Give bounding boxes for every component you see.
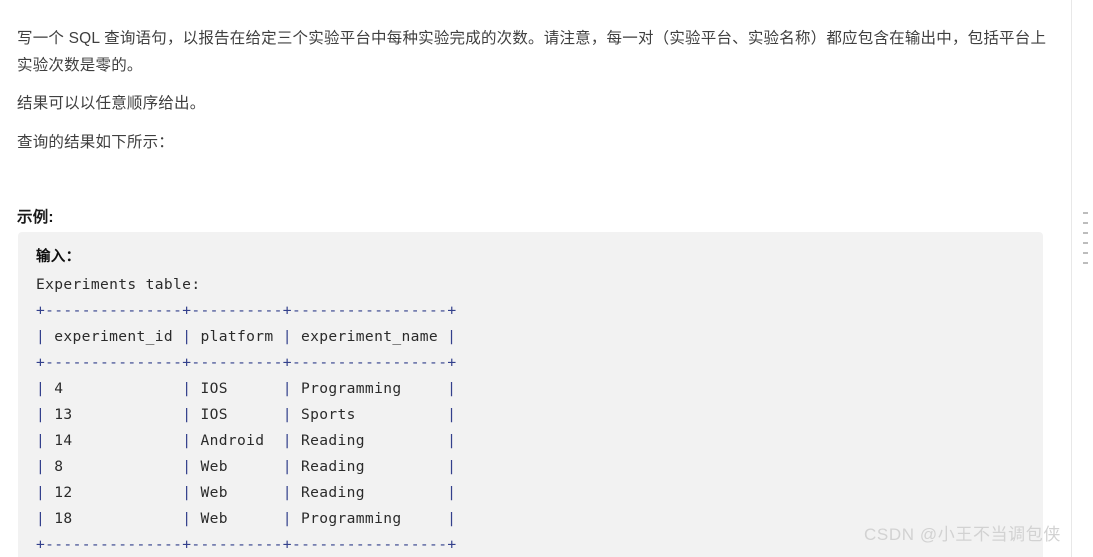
- example-heading: 示例:: [17, 208, 54, 226]
- paragraph-any-order-note: 结果可以以任意顺序给出。: [17, 94, 206, 112]
- minimap-mark: [1083, 222, 1088, 224]
- minimap-mark: [1083, 212, 1088, 214]
- paragraph-problem-statement: 写一个 SQL 查询语句，以报告在给定三个实验平台中每种实验完成的次数。请注意，…: [17, 29, 1047, 74]
- code-block[interactable]: 输入： Experiments table: +---------------+…: [18, 232, 1043, 557]
- minimap-marker-list[interactable]: [1083, 212, 1091, 274]
- page-scrollbar-track[interactable]: [1060, 0, 1071, 557]
- code-block-inner: 输入： Experiments table: +---------------+…: [18, 232, 1043, 557]
- code-ascii-table: +---------------+----------+------------…: [36, 302, 457, 553]
- code-input-label: 输入：: [36, 249, 81, 265]
- minimap-mark: [1083, 262, 1088, 264]
- minimap-mark: [1083, 242, 1088, 244]
- article-content-pane[interactable]: 写一个 SQL 查询语句，以报告在给定三个实验平台中每种实验完成的次数。请注意，…: [0, 0, 1072, 557]
- paragraph-result-intro: 查询的结果如下所示：: [17, 133, 175, 151]
- right-gutter: [1072, 0, 1093, 557]
- code-table-caption: Experiments table:: [36, 276, 201, 293]
- minimap-mark: [1083, 252, 1088, 254]
- minimap-mark: [1083, 232, 1088, 234]
